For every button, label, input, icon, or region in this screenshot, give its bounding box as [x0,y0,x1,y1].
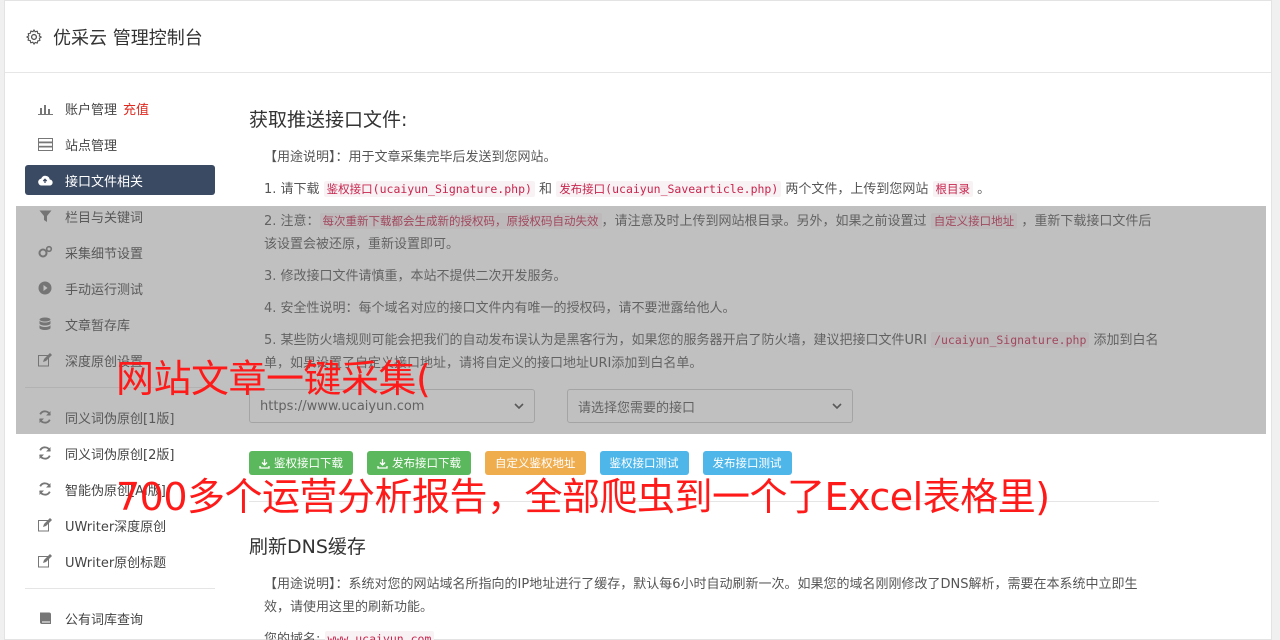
sidebar-item-label: 公有词库查询 [65,612,144,628]
sidebar-item-label: 手动运行测试 [65,282,144,298]
caption-line-1: 网站文章一键采集( [116,357,431,401]
sidebar-item-collect-settings[interactable]: 采集细节设置 [25,237,215,267]
sidebar-item-label: UWriter原创标题 [65,555,167,571]
edit-icon [37,553,53,569]
play-circle-icon [37,280,53,296]
usage-tag: 【用途说明】 [264,577,336,592]
custom-api-code: 自定义接口地址 [930,213,1018,229]
sidebar-item-synonym-v2[interactable]: 同义词伪原创[2版] [25,438,215,468]
uri-code: /ucaiyun_Signature.php [931,332,1090,348]
domain-value: www.ucaiyun.com [324,631,435,640]
caption-line-2: 700多个运营分析报告，全部爬虫到一个了Excel表格里) [116,475,1050,519]
cloud-upload-icon [37,172,53,188]
sidebar-item-manual-run[interactable]: 手动运行测试 [25,273,215,303]
step-text: 2. 注意： [264,214,320,229]
sidebar-item-label: 接口文件相关 [65,174,144,190]
cogs-icon [37,244,53,260]
step-4: 4. 安全性说明：每个域名对应的接口文件内有唯一的授权码，请不要泄露给他人。 [264,301,736,316]
filter-icon [37,208,53,224]
usage-tag: 【用途说明】 [264,150,336,165]
sidebar-item-synonym-v1[interactable]: 同义词伪原创[1版] [25,402,215,432]
bar-chart-icon [37,100,53,116]
warning-code: 每次重新下载都会生成新的授权码，原授权码自动失效 [319,213,602,229]
section-title-api-files: 获取推送接口文件: [249,109,408,131]
server-icon [37,136,53,152]
sidebar-item-label: 同义词伪原创[1版] [65,411,175,427]
sidebar-item-api-files[interactable]: 接口文件相关 [25,165,215,195]
usage-text: ：系统对您的网站域名所指向的IP地址进行了缓存，默认每6小时自动刷新一次。如果您… [264,577,1138,615]
recharge-link[interactable]: 充值 [123,99,149,118]
sidebar-item-uwriter-title[interactable]: UWriter原创标题 [25,546,215,576]
api-select[interactable]: 请选择您需要的接口 [567,389,853,423]
sidebar-item-account[interactable]: 账户管理 充值 [25,93,215,123]
step-text: 5. 某些防火墙规则可能会把我们的自动发布误认为是黑客行为，如果您的服务器开启了… [264,333,932,348]
sidebar-item-label: 站点管理 [65,138,118,154]
step-text: 。 [973,182,991,197]
domain-label: 您的域名: [264,632,321,640]
header: 优采云 管理控制台 [5,1,1271,73]
sidebar-item-article-store[interactable]: 文章暂存库 [25,309,215,339]
dns-usage-note: 【用途说明】：系统对您的网站域名所指向的IP地址进行了缓存，默认每6小时自动刷新… [249,573,1159,619]
step-1: 1. 请下载 鉴权接口(ucaiyun_Signature.php) 和 发布接… [249,178,1159,201]
step-text: 两个文件，上传到您网站 [781,182,933,197]
refresh-icon [37,445,53,461]
book-icon [37,610,53,626]
database-icon [37,316,53,332]
usage-text: ：用于文章采集完毕后发送到您网站。 [335,150,557,165]
gear-icon [26,28,42,45]
step-text: 和 [534,182,557,197]
edit-icon [37,352,53,368]
sidebar-item-label: 采集细节设置 [65,246,144,262]
console-panel: 优采云 管理控制台 账户管理 充值 站点管理 接口文件相关 栏目与关键词 采集细… [4,0,1272,640]
domain-row: 您的域名: www.ucaiyun.com [249,628,1159,640]
chevron-down-icon [514,403,524,410]
chevron-down-icon [832,403,842,410]
sidebar-item-label: 栏目与关键词 [65,210,144,226]
refresh-icon [37,409,53,425]
sidebar-item-label: 同义词伪原创[2版] [65,447,175,463]
section-title-dns: 刷新DNS缓存 [249,536,366,558]
step-text: ，请注意及时上传到网站根目录。另外，如果之前设置过 [601,214,931,229]
sidebar-item-columns-keywords[interactable]: 栏目与关键词 [25,201,215,231]
sidebar-item-public-lexicon[interactable]: 公有词库查询 [25,603,215,633]
refresh-icon [37,481,53,497]
signature-file-code: 鉴权接口(ucaiyun_Signature.php) [323,181,535,197]
page-title: 优采云 管理控制台 [53,27,203,49]
sidebar-item-label: 文章暂存库 [65,318,131,334]
step-3: 3. 修改接口文件请慎重，本站不提供二次开发服务。 [264,269,567,284]
edit-icon [37,517,53,533]
step-text: 1. 请下载 [264,182,324,197]
usage-note: 【用途说明】：用于文章采集完毕后发送到您网站。 [249,146,1159,169]
sidebar-item-label: 账户管理 [65,102,118,118]
publish-file-code: 发布接口(ucaiyun_Savearticle.php) [556,181,782,197]
root-dir-code: 根目录 [932,181,974,197]
sidebar-divider [25,588,215,589]
api-select-value: 请选择您需要的接口 [578,400,696,416]
sidebar-item-sites[interactable]: 站点管理 [25,129,215,159]
step-2: 2. 注意： 每次重新下载都会生成新的授权码，原授权码自动失效 ，请注意及时上传到网… [249,210,1159,256]
